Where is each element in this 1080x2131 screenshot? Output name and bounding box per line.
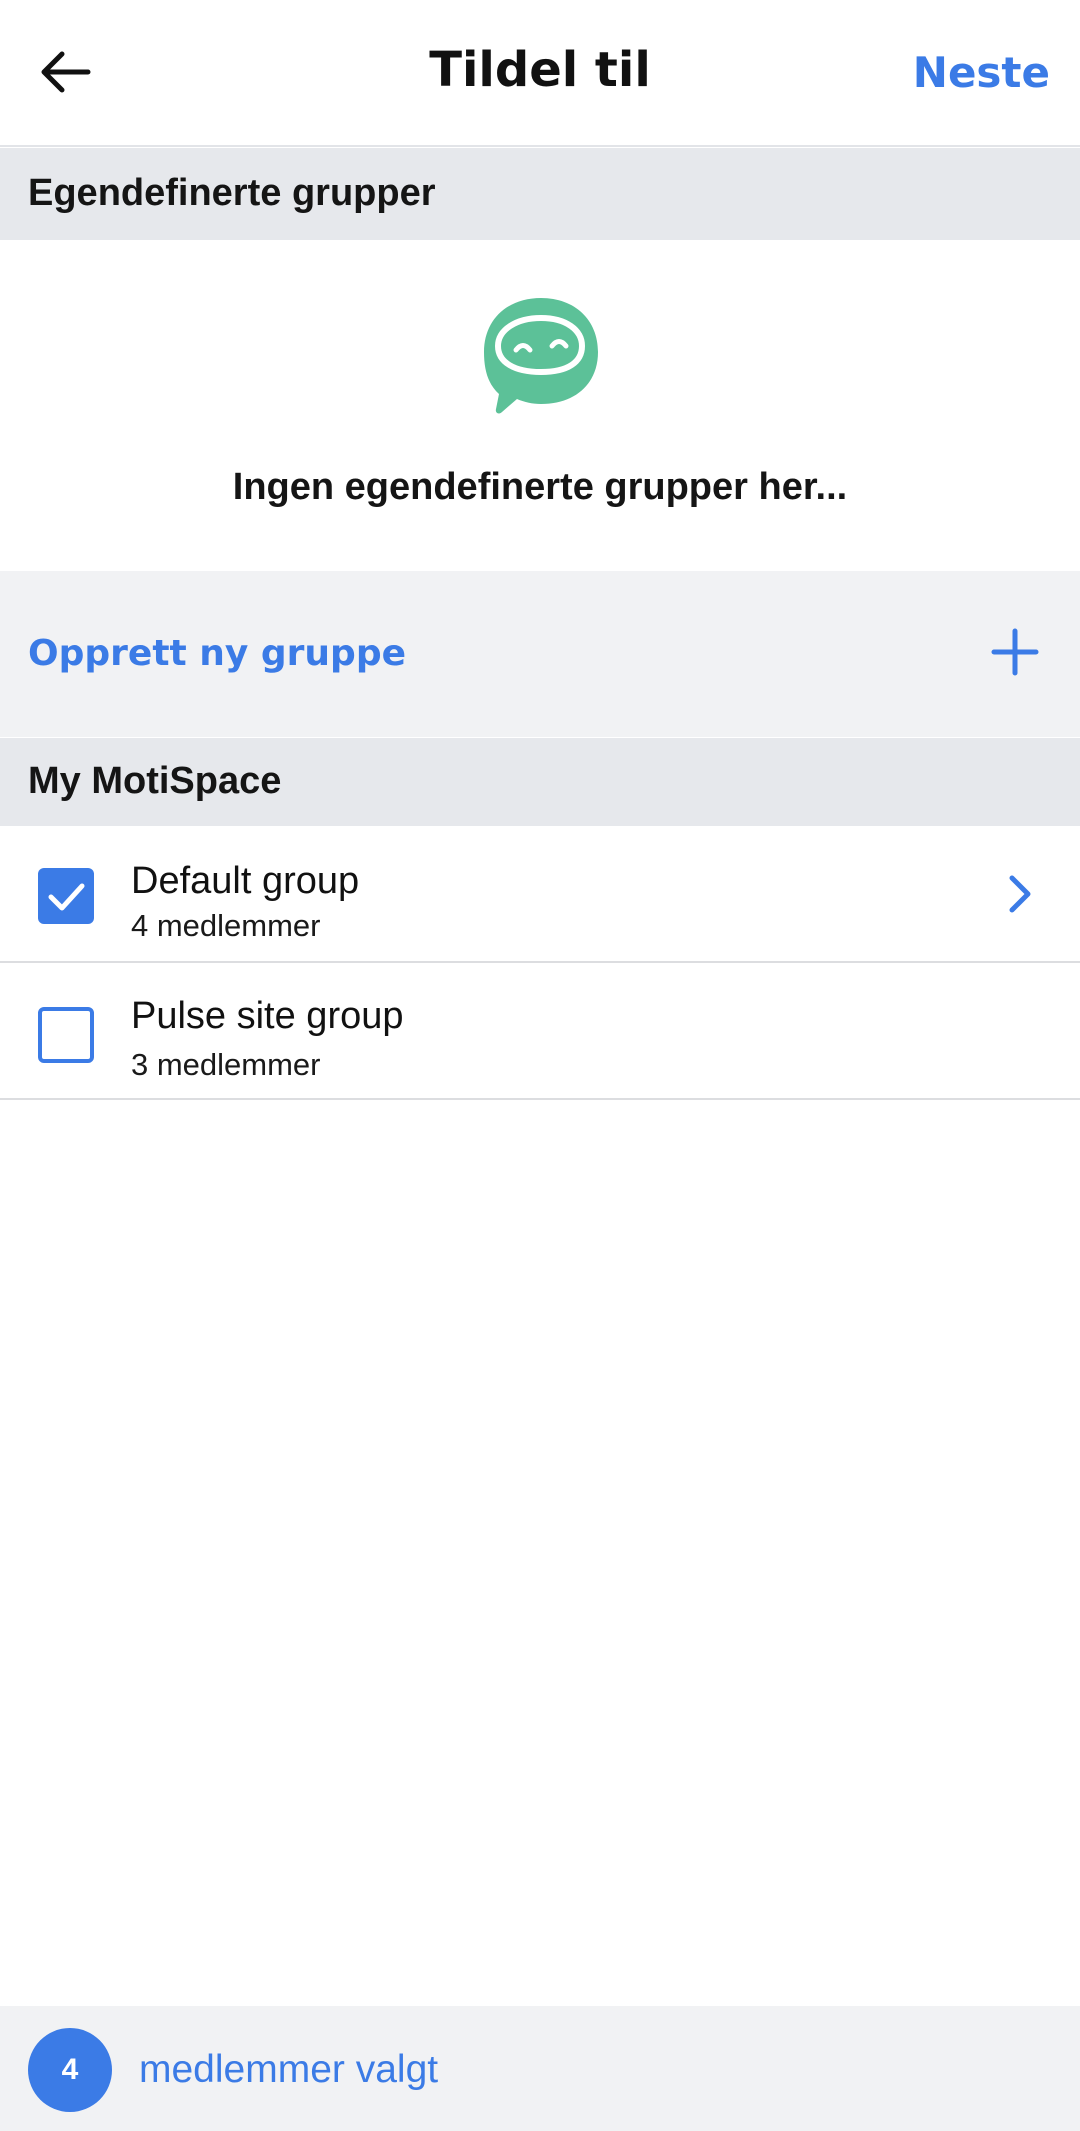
group-checkbox-checked[interactable]: [38, 868, 94, 924]
chat-bubble-mascot-icon: [484, 298, 598, 414]
chevron-right-icon[interactable]: [1002, 872, 1036, 916]
group-member-count: 3 medlemmer: [131, 1047, 321, 1082]
top-app-bar: Tildel til Neste: [0, 0, 1080, 147]
checkmark-icon: [48, 883, 85, 911]
section-title: My MotiSpace: [28, 760, 282, 802]
create-group-label[interactable]: Opprett ny gruppe: [28, 633, 406, 674]
next-button[interactable]: Neste: [913, 48, 1050, 97]
selected-members-label[interactable]: medlemmer valgt: [139, 2048, 438, 2092]
section-title: Egendefinerte grupper: [28, 172, 436, 214]
custom-groups-section-header: Egendefinerte grupper: [0, 148, 1080, 240]
plus-icon[interactable]: [990, 627, 1040, 677]
create-group-row[interactable]: Opprett ny gruppe: [0, 571, 1080, 737]
empty-state-text: Ingen egendefinerte grupper her...: [232, 466, 848, 508]
selected-count-badge: 4: [28, 2028, 112, 2112]
assign-to-screen: Tildel til Neste Egendefinerte grupper I…: [0, 0, 1080, 2131]
group-row-default[interactable]: Default group 4 medlemmer: [0, 826, 1080, 963]
workspace-section-header: My MotiSpace: [0, 738, 1080, 826]
selection-bar[interactable]: 4 medlemmer valgt: [0, 2006, 1080, 2131]
group-member-count: 4 medlemmer: [131, 908, 321, 943]
empty-state: Ingen egendefinerte grupper her...: [0, 240, 1080, 570]
group-name: Pulse site group: [131, 995, 404, 1037]
group-name: Default group: [131, 860, 360, 902]
group-row-pulse-site[interactable]: Pulse site group 3 medlemmer: [0, 963, 1080, 1100]
group-checkbox-unchecked[interactable]: [38, 1007, 94, 1063]
